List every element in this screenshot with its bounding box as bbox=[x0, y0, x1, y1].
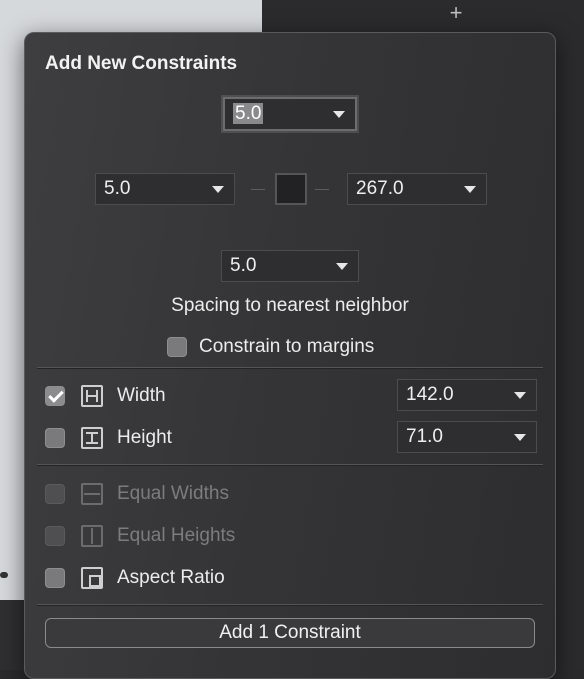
spacing-label: Spacing to nearest neighbor bbox=[171, 295, 409, 316]
section-divider-shadow bbox=[37, 368, 543, 369]
section-divider-shadow bbox=[37, 465, 543, 466]
height-value[interactable]: 71.0 bbox=[406, 426, 443, 447]
leading-spacing-value[interactable]: 5.0 bbox=[104, 178, 130, 199]
equal-heights-label[interactable]: Equal Heights bbox=[117, 524, 235, 548]
chevron-down-icon[interactable] bbox=[336, 263, 348, 270]
aspect-ratio-icon bbox=[81, 567, 103, 589]
view-placeholder-box bbox=[275, 173, 307, 205]
section-divider-shadow bbox=[37, 605, 543, 606]
background-mark bbox=[0, 572, 8, 578]
height-value-dropdown[interactable]: 71.0 bbox=[397, 421, 537, 453]
chevron-down-icon[interactable] bbox=[464, 186, 476, 193]
trailing-constraint-indicator[interactable] bbox=[315, 189, 329, 190]
leading-constraint-indicator[interactable] bbox=[251, 189, 265, 190]
aspect-ratio-label[interactable]: Aspect Ratio bbox=[117, 566, 225, 590]
bottom-spacing-dropdown[interactable]: 5.0 bbox=[221, 250, 359, 282]
height-checkbox[interactable] bbox=[45, 428, 65, 448]
aspect-ratio-checkbox[interactable] bbox=[45, 568, 65, 588]
equal-heights-checkbox[interactable] bbox=[45, 526, 65, 546]
leading-spacing-dropdown[interactable]: 5.0 bbox=[95, 173, 235, 205]
trailing-spacing-dropdown[interactable]: 267.0 bbox=[347, 173, 487, 205]
add-constraint-button[interactable]: Add 1 Constraint bbox=[45, 618, 535, 648]
bottom-spacing-value[interactable]: 5.0 bbox=[230, 255, 256, 276]
top-spacing-dropdown[interactable]: 5.0 bbox=[223, 97, 357, 131]
width-checkbox[interactable] bbox=[45, 386, 65, 406]
width-label[interactable]: Width bbox=[117, 384, 166, 408]
equal-widths-icon bbox=[81, 483, 103, 505]
equal-heights-icon bbox=[81, 525, 103, 547]
constrain-to-margins-checkbox[interactable] bbox=[167, 337, 187, 357]
chevron-down-icon[interactable] bbox=[514, 392, 526, 399]
chevron-down-icon[interactable] bbox=[333, 111, 345, 118]
constrain-to-margins-label[interactable]: Constrain to margins bbox=[199, 335, 374, 359]
plus-icon[interactable]: + bbox=[446, 0, 466, 26]
add-constraints-popover: Add New Constraints 5.0 5.0 267.0 5.0 Sp… bbox=[24, 32, 556, 679]
chevron-down-icon[interactable] bbox=[514, 434, 526, 441]
trailing-spacing-value[interactable]: 267.0 bbox=[356, 178, 404, 199]
chevron-down-icon[interactable] bbox=[212, 186, 224, 193]
top-spacing-value[interactable]: 5.0 bbox=[233, 103, 264, 124]
width-value-dropdown[interactable]: 142.0 bbox=[397, 379, 537, 411]
width-value[interactable]: 142.0 bbox=[406, 384, 454, 405]
popover-title: Add New Constraints bbox=[45, 53, 238, 74]
equal-widths-label[interactable]: Equal Widths bbox=[117, 482, 229, 506]
height-label[interactable]: Height bbox=[117, 426, 172, 450]
width-icon bbox=[81, 385, 103, 407]
height-icon bbox=[81, 427, 103, 449]
equal-widths-checkbox[interactable] bbox=[45, 484, 65, 504]
